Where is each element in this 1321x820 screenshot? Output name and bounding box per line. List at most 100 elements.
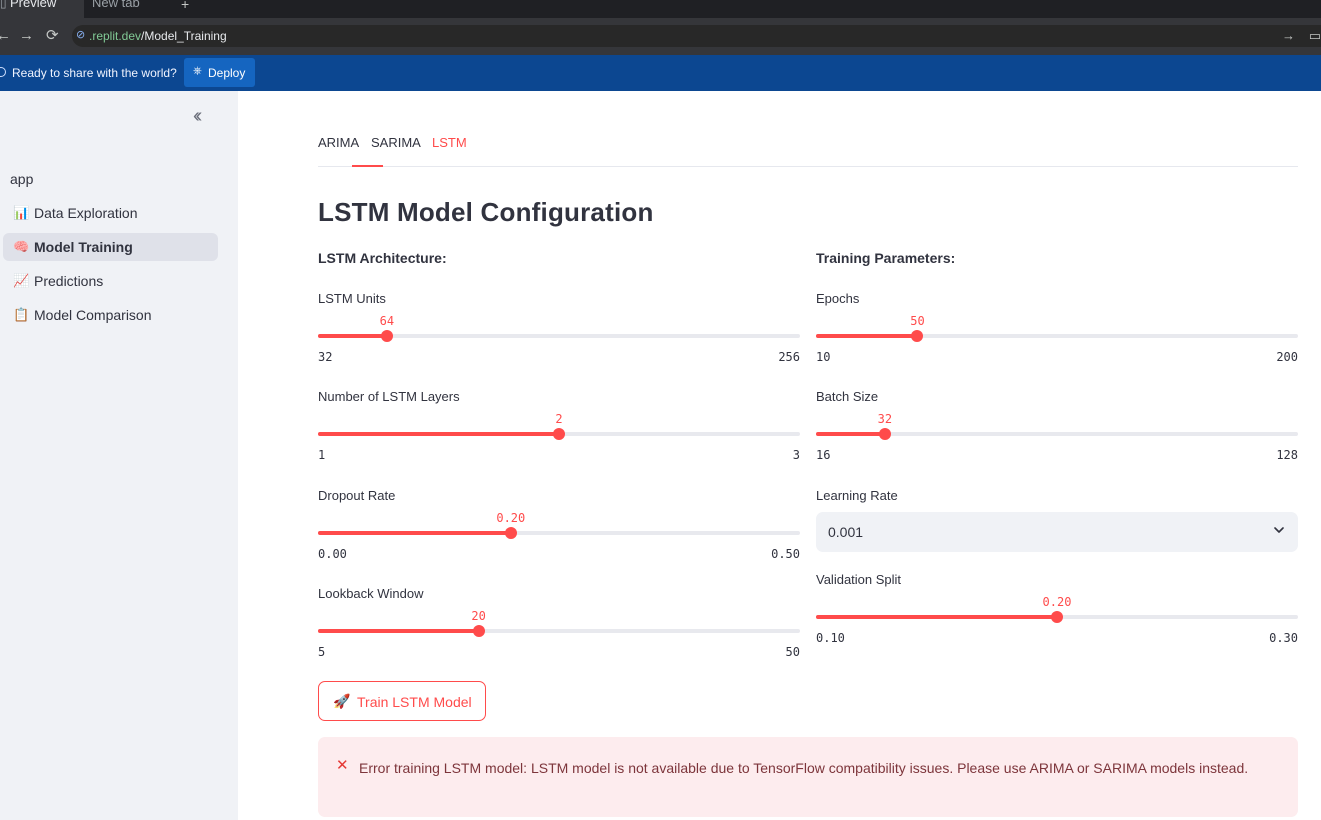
slider-max: 200 [1276, 350, 1298, 364]
forward-arrow-icon[interactable]: → [19, 27, 34, 45]
slider-thumb[interactable] [472, 625, 485, 637]
slider-min: 32 [318, 350, 333, 364]
back-arrow-icon[interactable]: ← [0, 27, 11, 45]
architecture-heading: LSTM Architecture: [318, 250, 447, 266]
browser-tab-label: New tab [92, 0, 140, 10]
validation-split-slider[interactable]: 0.20 0.10 0.30 [816, 595, 1298, 645]
brain-icon: 🧠 [13, 239, 30, 254]
lstm-units-slider[interactable]: 64 32 256 [318, 314, 800, 364]
deploy-banner: Ready to share with the world? ⎈ Deploy [0, 55, 1321, 91]
url-field[interactable]: ⊘ .replit.dev/Model_Training → ▭ [72, 25, 1321, 47]
sidebar-item-predictions[interactable]: 📈 Predictions [3, 267, 218, 295]
link-icon: ⊘ [76, 29, 86, 41]
device-icon[interactable]: ▭ [1309, 28, 1321, 44]
dropout-rate-slider[interactable]: 0.20 0.00 0.50 [318, 511, 800, 561]
slider-max: 3 [792, 448, 800, 462]
slider-fill [816, 334, 918, 338]
url-text: .replit.dev/Model_Training [89, 29, 227, 43]
error-message: Error training LSTM model: LSTM model is… [359, 760, 1249, 776]
rocket-icon: 🚀 [333, 693, 351, 709]
sidebar-item-model-training[interactable]: 🧠 Model Training [3, 233, 218, 261]
sidebar-item-label: Predictions [34, 273, 104, 289]
sidebar-section-label: app [10, 171, 34, 187]
slider-thumb[interactable] [878, 428, 891, 440]
slider-value: 64 [379, 314, 395, 328]
browser-tab-label: Preview [10, 0, 57, 10]
slider-thumb[interactable] [911, 330, 924, 342]
status-ring-icon [0, 67, 6, 77]
slider-min: 0.10 [816, 631, 845, 645]
trend-chart-icon: 📈 [13, 273, 30, 288]
tab-sarima[interactable]: SARIMA [371, 135, 421, 150]
slider-fill [318, 432, 559, 436]
dropout-rate-label: Dropout Rate [318, 488, 396, 503]
slider-max: 50 [785, 645, 800, 659]
chevron-down-icon [1274, 527, 1284, 533]
preview-icon: ▯ [0, 0, 7, 10]
slider-max: 128 [1276, 448, 1298, 462]
address-bar: ← → ⟳ ⊘ .replit.dev/Model_Training → ▭ [0, 18, 1321, 55]
sidebar: ‹‹ app 📊 Data Exploration 🧠 Model Traini… [0, 91, 238, 820]
train-button-label: Train LSTM Model [357, 694, 472, 710]
slider-min: 16 [816, 448, 831, 462]
slider-max: 0.50 [771, 547, 800, 561]
lstm-layers-slider[interactable]: 2 1 3 [318, 412, 800, 462]
main-content: ARIMA SARIMA LSTM LSTM Model Configurati… [238, 91, 1321, 820]
learning-rate-value: 0.001 [828, 524, 864, 540]
validation-split-label: Validation Split [816, 572, 902, 587]
slider-thumb[interactable] [1051, 611, 1063, 623]
batch-size-label: Batch Size [816, 389, 879, 404]
slider-value: 50 [910, 314, 925, 328]
deploy-button-label: Deploy [208, 66, 246, 80]
tab-lstm[interactable]: LSTM [432, 135, 467, 150]
bar-chart-icon: 📊 [13, 205, 30, 220]
lookback-window-label: Lookback Window [318, 586, 424, 601]
collapse-sidebar-icon[interactable]: ‹‹ [193, 105, 203, 127]
sidebar-item-data-exploration[interactable]: 📊 Data Exploration [3, 199, 218, 227]
browser-tab-preview[interactable]: ▯ Preview [0, 0, 84, 18]
slider-min: 5 [318, 645, 326, 659]
deploy-message: Ready to share with the world? [12, 66, 177, 80]
slider-max: 0.30 [1269, 631, 1298, 645]
deploy-button[interactable]: ⎈ Deploy [184, 58, 255, 87]
browser-tab-bar: ▯ Preview New tab + [0, 0, 1321, 18]
slider-value: 0.20 [496, 511, 526, 525]
tab-arima[interactable]: ARIMA [318, 135, 359, 150]
slider-value: 20 [471, 609, 486, 623]
model-tabs: ARIMA SARIMA LSTM [318, 135, 1298, 167]
active-tab-indicator [352, 165, 383, 167]
new-tab-plus-icon[interactable]: + [181, 0, 189, 12]
epochs-slider[interactable]: 50 10 200 [816, 314, 1298, 364]
learning-rate-label: Learning Rate [816, 488, 898, 503]
training-heading: Training Parameters: [816, 250, 956, 266]
sidebar-item-label: Model Comparison [34, 307, 152, 323]
slider-fill [318, 531, 511, 535]
epochs-label: Epochs [816, 291, 860, 306]
slider-min: 10 [816, 350, 831, 364]
slider-value: 0.20 [1042, 595, 1072, 609]
deploy-icon: ⎈ [193, 65, 202, 77]
slider-max: 256 [778, 350, 800, 364]
batch-size-slider[interactable]: 32 16 128 [816, 412, 1298, 462]
slider-thumb[interactable] [553, 428, 565, 440]
slider-thumb[interactable] [380, 330, 393, 342]
slider-fill [816, 432, 885, 436]
slider-fill [318, 629, 479, 633]
error-alert: ✕ Error training LSTM model: LSTM model … [318, 737, 1298, 817]
slider-thumb[interactable] [504, 527, 517, 539]
go-arrow-icon[interactable]: → [1282, 28, 1295, 43]
slider-min: 0.00 [318, 547, 347, 561]
sidebar-item-label: Model Training [34, 239, 133, 255]
slider-min: 1 [318, 448, 326, 462]
slider-value: 2 [555, 412, 563, 426]
sidebar-item-model-comparison[interactable]: 📋 Model Comparison [3, 301, 218, 329]
lookback-window-slider[interactable]: 20 5 50 [318, 609, 800, 659]
learning-rate-select[interactable]: 0.001 [816, 512, 1298, 552]
sidebar-item-label: Data Exploration [34, 205, 138, 221]
slider-value: 32 [877, 412, 893, 426]
lstm-layers-label: Number of LSTM Layers [318, 389, 460, 404]
lstm-units-label: LSTM Units [318, 291, 386, 306]
reload-icon[interactable]: ⟳ [46, 27, 59, 45]
page-title: LSTM Model Configuration [318, 197, 654, 227]
train-lstm-button[interactable]: 🚀 Train LSTM Model [318, 681, 486, 721]
